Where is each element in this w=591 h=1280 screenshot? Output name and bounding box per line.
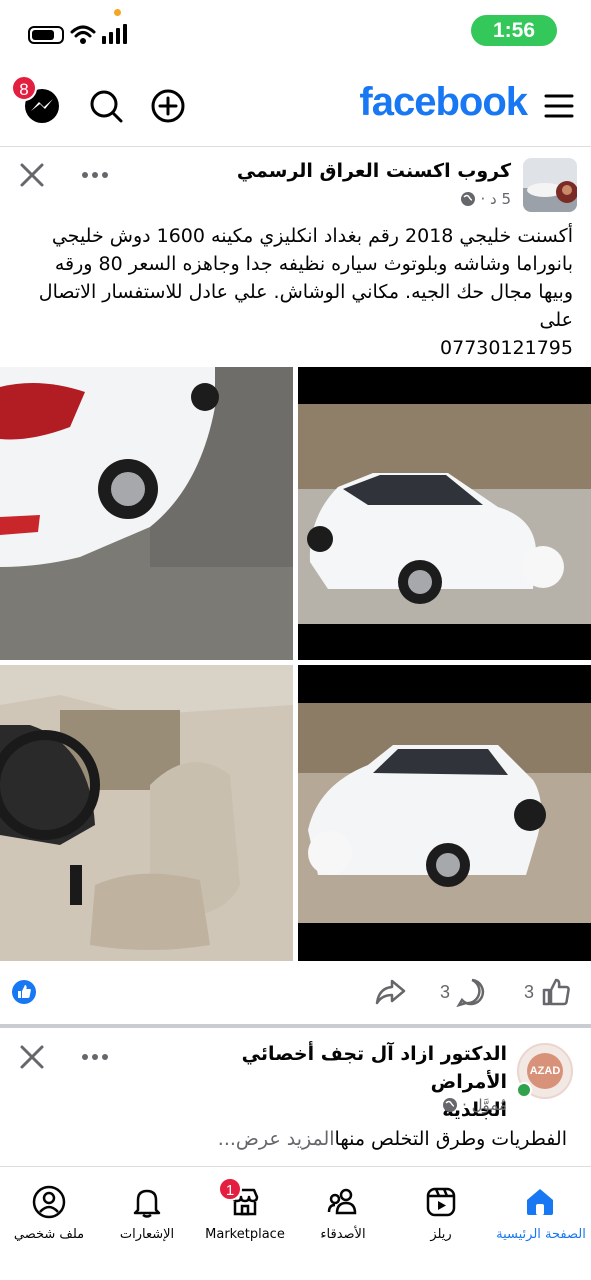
- privacy-indicator-dot: [114, 9, 121, 16]
- comment-icon: [456, 978, 485, 1008]
- battery-icon: [28, 26, 64, 44]
- sponsored-text: مُموَّل ·: [462, 1096, 507, 1114]
- group-avatar[interactable]: [523, 158, 577, 212]
- post-meta: 5 د ·: [460, 190, 511, 208]
- like-button[interactable]: 3: [524, 975, 572, 1009]
- share-icon: [375, 979, 406, 1005]
- nav-reels-label: ريلز: [430, 1227, 452, 1242]
- nav-home-label: الصفحة الرئيسية: [496, 1227, 586, 1242]
- messenger-badge: 8: [11, 75, 37, 101]
- sponsored-label: مُموَّل ·: [442, 1096, 507, 1114]
- like-count: 3: [524, 981, 535, 1002]
- globe-icon: [461, 192, 476, 206]
- header-divider: [0, 146, 591, 147]
- post-text-line: على: [539, 309, 573, 331]
- reels-icon: [426, 1187, 456, 1217]
- bottom-nav: ملف شخصي الإشعارات 1 Marketplace الأصدقا…: [0, 1166, 591, 1280]
- ad-body: الفطريات وطرق التخلص منها: [334, 1128, 567, 1150]
- post-text-line: أكسنت خليجي 2018 رقم بغداد انكليزي مكينه…: [51, 225, 573, 247]
- post-time: 5 د ·: [480, 190, 511, 208]
- phone-number[interactable]: 07730121795: [18, 334, 573, 362]
- close-icon[interactable]: [18, 161, 46, 189]
- home-icon: [527, 1189, 553, 1215]
- nav-friends-label: الأصدقاء: [320, 1227, 366, 1242]
- nav-friends[interactable]: الأصدقاء: [294, 1167, 392, 1257]
- nav-notifications[interactable]: الإشعارات: [98, 1167, 196, 1257]
- create-post-icon[interactable]: [148, 86, 188, 126]
- ad-text: الفطريات وطرق التخلص منهاالمزيد عرض...: [218, 1128, 567, 1150]
- globe-icon: [443, 1098, 458, 1112]
- nav-reels[interactable]: ريلز: [392, 1167, 490, 1257]
- advertiser-logo: AZAD: [527, 1053, 563, 1089]
- photo-grid: [0, 367, 591, 961]
- nav-marketplace[interactable]: 1 Marketplace: [196, 1167, 294, 1257]
- share-button[interactable]: [374, 975, 406, 1009]
- post-text-line: وبيها مجال حك الجيه. مكاني الوشاش. علي ع…: [38, 281, 573, 303]
- marketplace-badge: 1: [218, 1177, 242, 1201]
- post-text-line: بانوراما وشاشه وبلوتوث سياره نظيفه جدا و…: [54, 253, 573, 275]
- comment-button[interactable]: 3: [440, 975, 488, 1009]
- facebook-logo[interactable]: facebook: [359, 80, 528, 125]
- photo-car-front-angle[interactable]: [298, 367, 591, 660]
- photo-car-interior[interactable]: [0, 665, 293, 961]
- like-icon: [542, 978, 570, 1006]
- group-name[interactable]: كروب اكسنت العراق الرسمي: [237, 160, 511, 182]
- status-bar: 1:56: [0, 0, 591, 66]
- post-text: أكسنت خليجي 2018 رقم بغداد انكليزي مكينه…: [18, 222, 573, 362]
- menu-icon[interactable]: [543, 90, 575, 122]
- group-avatar-image: [523, 158, 577, 212]
- bell-icon: [133, 1189, 161, 1218]
- nav-notifications-label: الإشعارات: [119, 1227, 175, 1242]
- advertiser-name-line: الدكتور ازاد آل تجف أخصائي الأمراض: [241, 1043, 507, 1093]
- online-indicator: [516, 1082, 532, 1098]
- cellular-signal-icon: [102, 24, 127, 44]
- nav-profile-label: ملف شخصي: [13, 1227, 85, 1242]
- comment-count: 3: [440, 981, 451, 1002]
- wifi-icon: [70, 25, 96, 44]
- see-more-link[interactable]: المزيد عرض...: [218, 1128, 335, 1150]
- search-icon[interactable]: [86, 86, 126, 126]
- friends-icon: [327, 1188, 357, 1215]
- post-divider: [0, 1024, 591, 1028]
- photo-car-rear[interactable]: [0, 367, 293, 660]
- nav-profile[interactable]: ملف شخصي: [0, 1167, 98, 1257]
- status-time: 1:56: [471, 15, 557, 46]
- profile-icon: [32, 1185, 66, 1219]
- photo-car-front[interactable]: [298, 665, 591, 961]
- like-reaction-icon[interactable]: [12, 980, 36, 1004]
- close-icon[interactable]: [18, 1043, 46, 1071]
- more-options-icon[interactable]: [80, 1052, 110, 1062]
- more-options-icon[interactable]: [80, 170, 110, 180]
- nav-marketplace-label: Marketplace: [205, 1227, 285, 1242]
- advertiser-avatar[interactable]: AZAD: [516, 1043, 573, 1099]
- nav-home[interactable]: الصفحة الرئيسية: [491, 1167, 591, 1257]
